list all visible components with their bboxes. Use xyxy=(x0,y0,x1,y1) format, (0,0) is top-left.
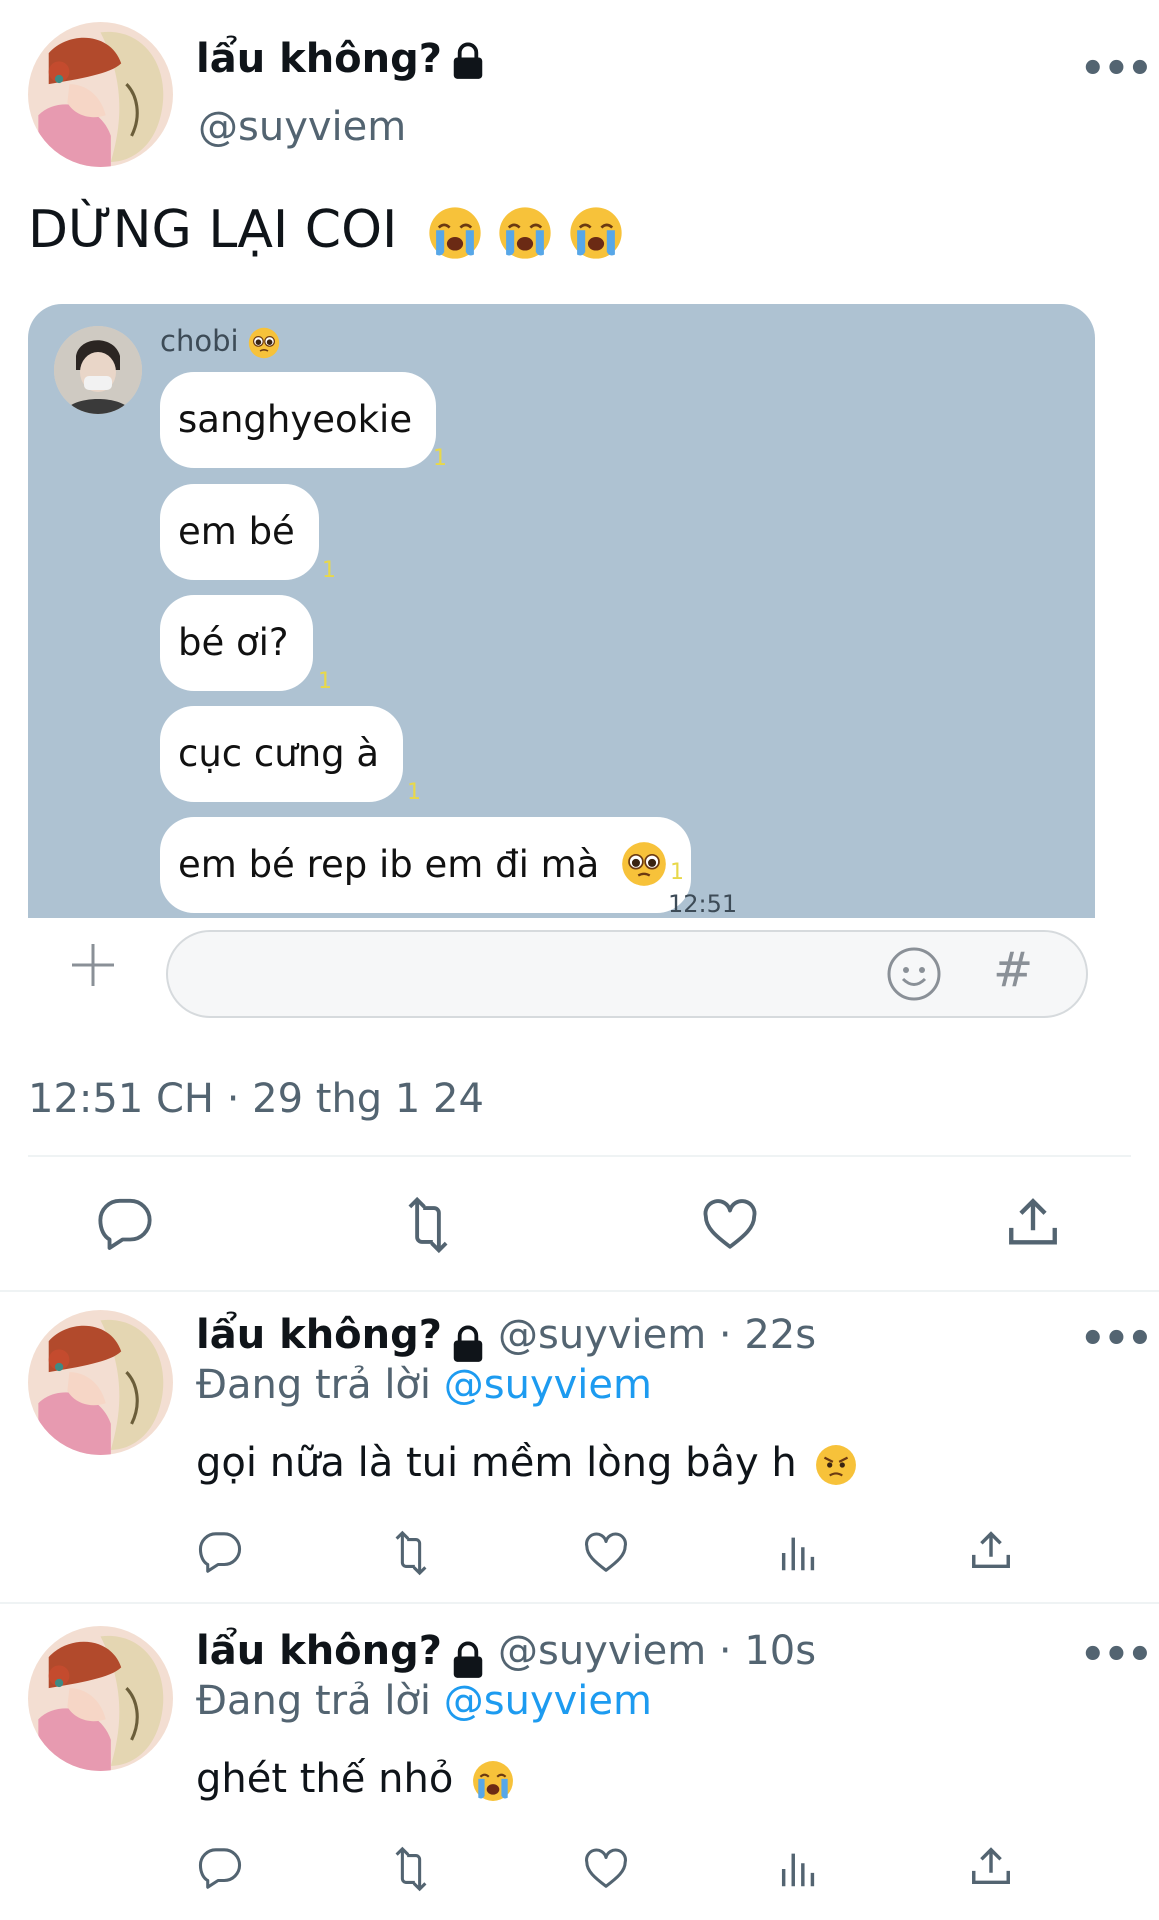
pleading-emoji-icon xyxy=(248,327,280,359)
reply-icon[interactable] xyxy=(197,1846,243,1892)
divider xyxy=(0,1290,1159,1292)
reply-header: lẩu không? @suyviem · 22s xyxy=(196,1312,816,1363)
share-icon[interactable] xyxy=(1004,1194,1062,1252)
read-receipt: 1 xyxy=(318,669,332,694)
mention-link[interactable]: @suyviem xyxy=(444,1678,652,1724)
author-avatar[interactable] xyxy=(28,22,173,167)
retweet-icon[interactable] xyxy=(386,1530,436,1576)
contact-avatar xyxy=(54,326,142,414)
reply-author-name[interactable]: lẩu không? xyxy=(196,1312,442,1358)
author-handle[interactable]: @suyviem xyxy=(198,104,406,150)
crying-emoji-icon xyxy=(472,1760,514,1802)
message-input[interactable] xyxy=(166,930,1088,1018)
lock-icon xyxy=(450,1641,486,1679)
contact-name: chobi xyxy=(160,324,280,359)
chat-message: em bé xyxy=(160,484,319,580)
retweet-icon[interactable] xyxy=(386,1846,436,1892)
read-receipt: 1 xyxy=(433,446,447,471)
read-receipt: 1 xyxy=(322,558,336,583)
reply-icon[interactable] xyxy=(96,1196,154,1254)
lock-icon xyxy=(450,42,486,80)
attached-image[interactable]: chobi sanghyeokie 1 em bé 1 bé ơi? 1 cục… xyxy=(28,304,1095,918)
reply-avatar[interactable] xyxy=(28,1626,173,1771)
reply-avatar[interactable] xyxy=(28,1310,173,1455)
chat-message: sanghyeokie xyxy=(160,372,437,468)
pleading-emoji-icon xyxy=(621,841,667,887)
like-icon[interactable] xyxy=(583,1530,629,1576)
replying-to: Đang trả lời @suyviem xyxy=(196,1678,652,1724)
reply-author-name[interactable]: lẩu không? xyxy=(196,1628,442,1674)
chat-message: em bé rep ib em đi mà xyxy=(160,817,692,913)
reply-header: lẩu không? @suyviem · 10s xyxy=(196,1628,816,1679)
share-icon[interactable] xyxy=(968,1528,1014,1574)
reply-meta[interactable]: @suyviem · 22s xyxy=(498,1312,816,1358)
angry-emoji-icon xyxy=(815,1444,857,1486)
more-options-icon[interactable]: ••• xyxy=(1080,1632,1153,1678)
author-name[interactable]: lẩu không? xyxy=(196,36,486,82)
tweet-text: DỪNG LẠI COI xyxy=(28,200,623,260)
reply-icon[interactable] xyxy=(197,1530,243,1576)
reply-text: gọi nữa là tui mềm lòng bây h xyxy=(196,1440,857,1486)
chat-input-bar: # xyxy=(28,918,1095,1028)
mention-link[interactable]: @suyviem xyxy=(444,1362,652,1408)
like-icon[interactable] xyxy=(583,1846,629,1892)
replying-to: Đang trả lời @suyviem xyxy=(196,1362,652,1408)
share-icon[interactable] xyxy=(968,1844,1014,1890)
read-receipt: 1 xyxy=(407,780,421,805)
retweet-icon[interactable] xyxy=(397,1196,459,1254)
crying-emoji-icon xyxy=(498,206,552,260)
more-options-icon[interactable]: ••• xyxy=(1080,1316,1153,1362)
divider xyxy=(28,1155,1131,1157)
chat-message: cục cưng à xyxy=(160,706,404,802)
hashtag-button[interactable]: # xyxy=(993,942,1033,998)
plus-icon[interactable] xyxy=(68,940,118,990)
lock-icon xyxy=(450,1325,486,1363)
divider xyxy=(0,1602,1159,1604)
reply-text: ghét thế nhỏ xyxy=(196,1756,514,1802)
chat-message: bé ơi? xyxy=(160,595,313,691)
more-options-icon[interactable]: ••• xyxy=(1080,46,1153,92)
tweet-timestamp[interactable]: 12:51 CH · 29 thg 1 24 xyxy=(28,1076,484,1122)
emoji-icon[interactable] xyxy=(886,946,942,1002)
like-icon[interactable] xyxy=(701,1196,759,1254)
read-receipt: 1 xyxy=(670,860,684,885)
crying-emoji-icon xyxy=(428,206,482,260)
crying-emoji-icon xyxy=(569,206,623,260)
message-time: 12:51 xyxy=(668,890,738,918)
views-icon[interactable] xyxy=(776,1530,822,1576)
reply-meta[interactable]: @suyviem · 10s xyxy=(498,1628,816,1674)
views-icon[interactable] xyxy=(776,1846,822,1892)
